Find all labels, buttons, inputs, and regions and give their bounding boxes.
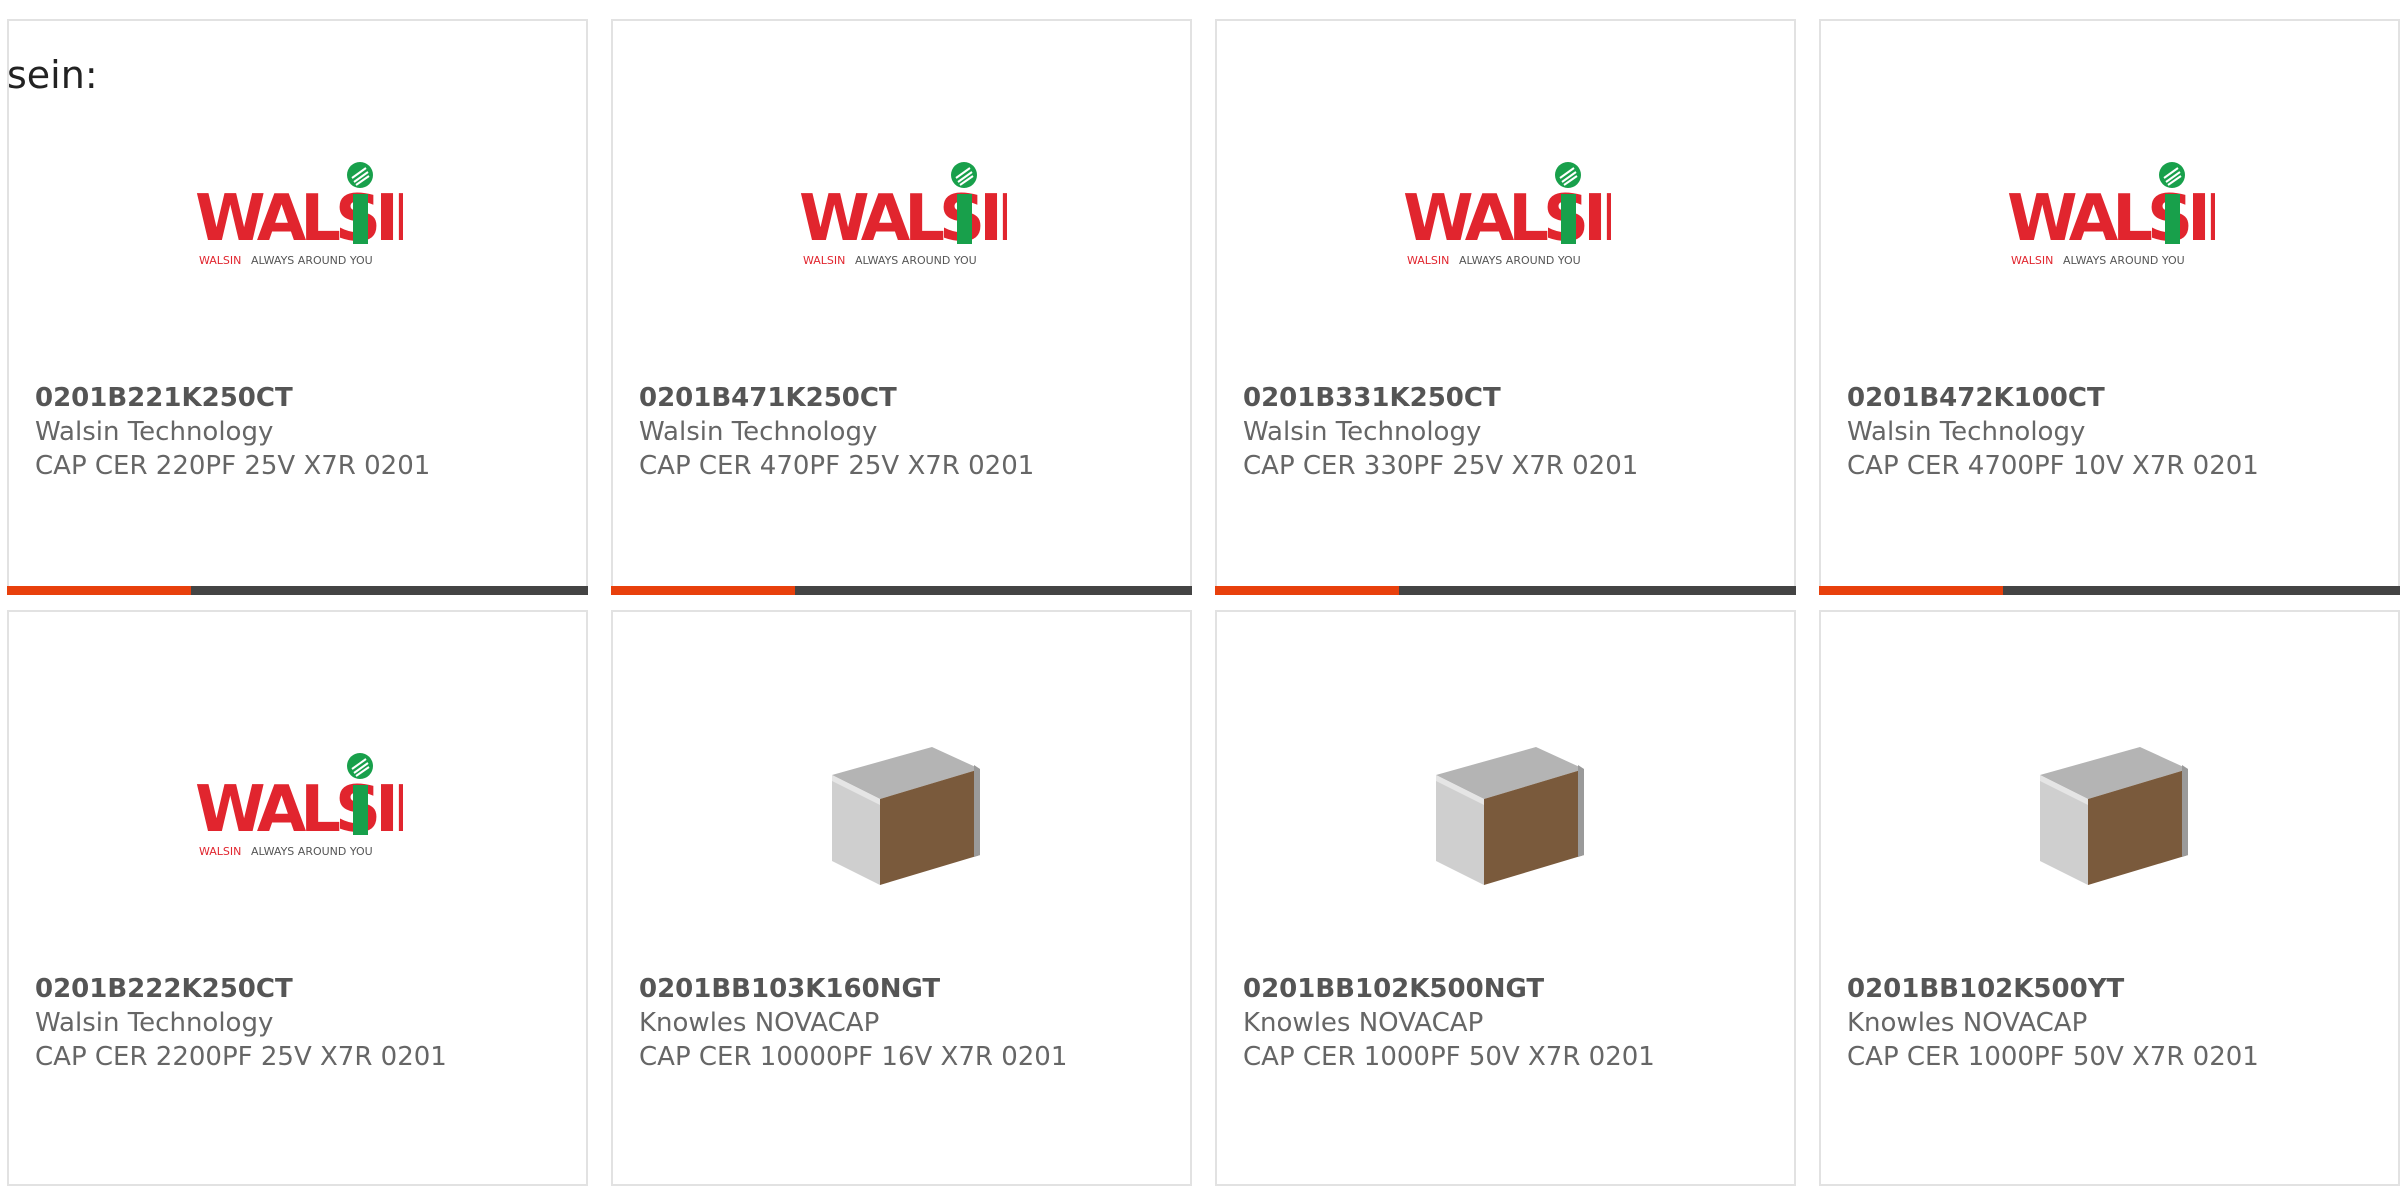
part-number[interactable]: 0201BB103K160NGT <box>639 972 940 1006</box>
logo-brand: WALSIN <box>195 182 403 256</box>
walsin-logo-icon: WALSIN WALSIN ALWAYS AROUND YOU <box>195 162 403 267</box>
product-card[interactable]: WALSIN WALSIN ALWAYS AROUND YOU 0201B222… <box>7 610 588 1186</box>
logo-tagline: ALWAYS AROUND YOU <box>251 254 373 267</box>
card-bottom-bar <box>7 586 588 595</box>
chip-capacitor-icon <box>831 747 980 885</box>
manufacturer: Walsin Technology <box>1243 417 1482 447</box>
product-card[interactable]: WALSIN WALSIN ALWAYS AROUND YOU 0201B471… <box>611 19 1192 595</box>
card-accent-bar <box>1215 586 1399 595</box>
card-bottom-bar <box>611 586 1192 595</box>
logo-tagline: ALWAYS AROUND YOU <box>855 254 977 267</box>
logo-tagline: ALWAYS AROUND YOU <box>2063 254 2185 267</box>
manufacturer: Walsin Technology <box>35 417 274 447</box>
description: CAP CER 2200PF 25V X7R 0201 <box>35 1042 447 1072</box>
manufacturer: Knowles NOVACAP <box>1243 1008 1484 1038</box>
product-grid: WALSIN WALSIN ALWAYS AROUND YOU 0201B221… <box>0 0 2400 1186</box>
part-number[interactable]: 0201B222K250CT <box>35 972 293 1006</box>
card-accent-bar <box>1819 586 2003 595</box>
logo-tagline: ALWAYS AROUND YOU <box>251 845 373 858</box>
walsin-logo-icon: WALSIN WALSIN ALWAYS AROUND YOU <box>2007 162 2215 267</box>
product-card[interactable]: 0201BB103K160NGT Knowles NOVACAP CAP CER… <box>611 610 1192 1186</box>
part-number[interactable]: 0201B472K100CT <box>1847 381 2105 415</box>
manufacturer: Knowles NOVACAP <box>1847 1008 2088 1038</box>
logo-tagline: ALWAYS AROUND YOU <box>1459 254 1581 267</box>
product-image <box>613 732 1190 885</box>
description: CAP CER 4700PF 10V X7R 0201 <box>1847 451 2259 481</box>
product-card[interactable]: WALSIN WALSIN ALWAYS AROUND YOU 0201B221… <box>7 19 588 595</box>
description: CAP CER 10000PF 16V X7R 0201 <box>639 1042 1068 1072</box>
product-image: WALSIN WALSIN ALWAYS AROUND YOU <box>9 141 586 291</box>
card-accent-bar <box>611 586 795 595</box>
product-card[interactable]: WALSIN WALSIN ALWAYS AROUND YOU 0201B331… <box>1215 19 1796 595</box>
logo-brand: WALSIN <box>2007 182 2215 256</box>
description: CAP CER 330PF 25V X7R 0201 <box>1243 451 1639 481</box>
logo-brand: WALSIN <box>195 773 403 847</box>
walsin-logo-icon: WALSIN WALSIN ALWAYS AROUND YOU <box>799 162 1007 267</box>
logo-brand: WALSIN <box>1403 182 1611 256</box>
manufacturer: Walsin Technology <box>1847 417 2086 447</box>
logo-tagline-brand: WALSIN <box>199 254 241 267</box>
manufacturer: Walsin Technology <box>35 1008 274 1038</box>
product-image: WALSIN WALSIN ALWAYS AROUND YOU <box>9 732 586 882</box>
logo-tagline-brand: WALSIN <box>803 254 845 267</box>
product-image: WALSIN WALSIN ALWAYS AROUND YOU <box>613 141 1190 291</box>
walsin-logo-icon: WALSIN WALSIN ALWAYS AROUND YOU <box>1403 162 1611 267</box>
logo-tagline-brand: WALSIN <box>1407 254 1449 267</box>
product-image <box>1821 732 2398 885</box>
card-bottom-bar <box>1215 586 1796 595</box>
product-image <box>1217 732 1794 885</box>
chip-capacitor-icon <box>1435 747 1584 885</box>
manufacturer: Knowles NOVACAP <box>639 1008 880 1038</box>
part-number[interactable]: 0201B331K250CT <box>1243 381 1501 415</box>
logo-brand: WALSIN <box>799 182 1007 256</box>
manufacturer: Walsin Technology <box>639 417 878 447</box>
chip-capacitor-icon <box>2039 747 2188 885</box>
part-number[interactable]: 0201BB102K500YT <box>1847 972 2124 1006</box>
logo-tagline-brand: WALSIN <box>2011 254 2053 267</box>
description: CAP CER 220PF 25V X7R 0201 <box>35 451 431 481</box>
intro-text: sein: <box>7 53 98 97</box>
description: CAP CER 1000PF 50V X7R 0201 <box>1847 1042 2259 1072</box>
description: CAP CER 470PF 25V X7R 0201 <box>639 451 1035 481</box>
card-accent-bar <box>7 586 191 595</box>
part-number[interactable]: 0201B471K250CT <box>639 381 897 415</box>
walsin-logo-icon: WALSIN WALSIN ALWAYS AROUND YOU <box>195 753 403 858</box>
product-card[interactable]: 0201BB102K500NGT Knowles NOVACAP CAP CER… <box>1215 610 1796 1186</box>
logo-tagline-brand: WALSIN <box>199 845 241 858</box>
product-image: WALSIN WALSIN ALWAYS AROUND YOU <box>1217 141 1794 291</box>
product-card[interactable]: 0201BB102K500YT Knowles NOVACAP CAP CER … <box>1819 610 2400 1186</box>
description: CAP CER 1000PF 50V X7R 0201 <box>1243 1042 1655 1072</box>
card-bottom-bar <box>1819 586 2400 595</box>
product-card[interactable]: WALSIN WALSIN ALWAYS AROUND YOU 0201B472… <box>1819 19 2400 595</box>
part-number[interactable]: 0201BB102K500NGT <box>1243 972 1544 1006</box>
part-number[interactable]: 0201B221K250CT <box>35 381 293 415</box>
product-image: WALSIN WALSIN ALWAYS AROUND YOU <box>1821 141 2398 291</box>
